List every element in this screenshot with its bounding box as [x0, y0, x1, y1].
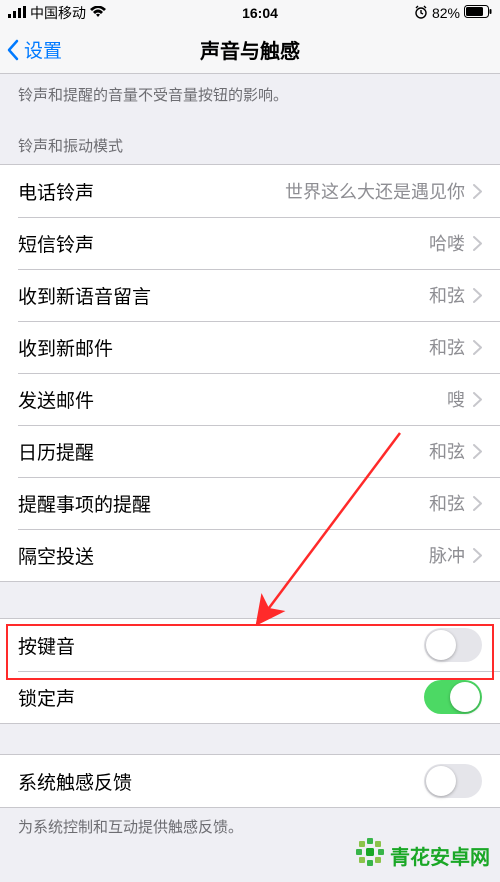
section-header-ringtones: 铃声和振动模式 — [0, 111, 500, 164]
row-value: 哈喽 — [429, 230, 465, 256]
row-label: 日历提醒 — [18, 438, 429, 465]
row-lock-sound[interactable]: 锁定声 — [0, 671, 500, 723]
row-value: 嗖 — [447, 386, 465, 412]
row-label: 电话铃声 — [18, 178, 285, 205]
watermark: 青花安卓网 — [356, 838, 490, 872]
chevron-right-icon — [473, 496, 482, 511]
haptic-hint: 为系统控制和互动提供触感反馈。 — [0, 808, 500, 841]
row-value: 世界这么大还是遇见你 — [285, 178, 465, 204]
haptic-group: 系统触感反馈 — [0, 754, 500, 808]
row-value: 脉冲 — [429, 542, 465, 568]
back-button[interactable]: 设置 — [0, 36, 62, 63]
toggle-lock-sound[interactable] — [424, 680, 482, 714]
chevron-right-icon — [473, 184, 482, 199]
volume-hint: 铃声和提醒的音量不受音量按钮的影响。 — [0, 74, 500, 111]
row-value: 和弦 — [429, 490, 465, 516]
battery-icon — [464, 5, 492, 21]
chevron-left-icon — [6, 39, 20, 61]
row-keyboard-clicks[interactable]: 按键音 — [0, 619, 500, 671]
row-label: 短信铃声 — [18, 230, 429, 257]
row-value: 和弦 — [429, 282, 465, 308]
settings-row[interactable]: 日历提醒和弦 — [0, 425, 500, 477]
settings-row[interactable]: 电话铃声世界这么大还是遇见你 — [0, 165, 500, 217]
settings-row[interactable]: 提醒事项的提醒和弦 — [0, 477, 500, 529]
watermark-icon — [356, 838, 384, 872]
battery-percent: 82% — [432, 5, 460, 21]
row-value: 和弦 — [429, 438, 465, 464]
row-label: 按键音 — [18, 632, 424, 659]
row-value: 和弦 — [429, 334, 465, 360]
signal-icon — [8, 5, 26, 21]
carrier-label: 中国移动 — [30, 3, 86, 23]
chevron-right-icon — [473, 392, 482, 407]
toggle-system-haptics[interactable] — [424, 764, 482, 798]
alarm-icon — [414, 5, 428, 22]
settings-row[interactable]: 收到新邮件和弦 — [0, 321, 500, 373]
row-label: 发送邮件 — [18, 386, 447, 413]
ringtone-group: 电话铃声世界这么大还是遇见你短信铃声哈喽收到新语音留言和弦收到新邮件和弦发送邮件… — [0, 164, 500, 582]
row-label: 提醒事项的提醒 — [18, 490, 429, 517]
row-label: 系统触感反馈 — [18, 768, 424, 795]
chevron-right-icon — [473, 288, 482, 303]
chevron-right-icon — [473, 548, 482, 563]
settings-row[interactable]: 收到新语音留言和弦 — [0, 269, 500, 321]
row-label: 收到新语音留言 — [18, 282, 429, 309]
watermark-text: 青花安卓网 — [390, 841, 490, 870]
settings-row[interactable]: 短信铃声哈喽 — [0, 217, 500, 269]
chevron-right-icon — [473, 236, 482, 251]
toggle-keyboard-clicks[interactable] — [424, 628, 482, 662]
chevron-right-icon — [473, 444, 482, 459]
settings-row[interactable]: 发送邮件嗖 — [0, 373, 500, 425]
row-label: 隔空投送 — [18, 542, 429, 569]
row-label: 收到新邮件 — [18, 334, 429, 361]
status-bar: 中国移动 16:04 82% — [0, 0, 500, 26]
nav-bar: 设置 声音与触感 — [0, 26, 500, 74]
row-label: 锁定声 — [18, 684, 424, 711]
wifi-icon — [90, 5, 106, 21]
row-system-haptics[interactable]: 系统触感反馈 — [0, 755, 500, 807]
back-label: 设置 — [24, 36, 62, 63]
status-time: 16:04 — [242, 5, 278, 21]
page-title: 声音与触感 — [0, 35, 500, 64]
settings-row[interactable]: 隔空投送脉冲 — [0, 529, 500, 581]
sounds-group: 按键音 锁定声 — [0, 618, 500, 724]
chevron-right-icon — [473, 340, 482, 355]
